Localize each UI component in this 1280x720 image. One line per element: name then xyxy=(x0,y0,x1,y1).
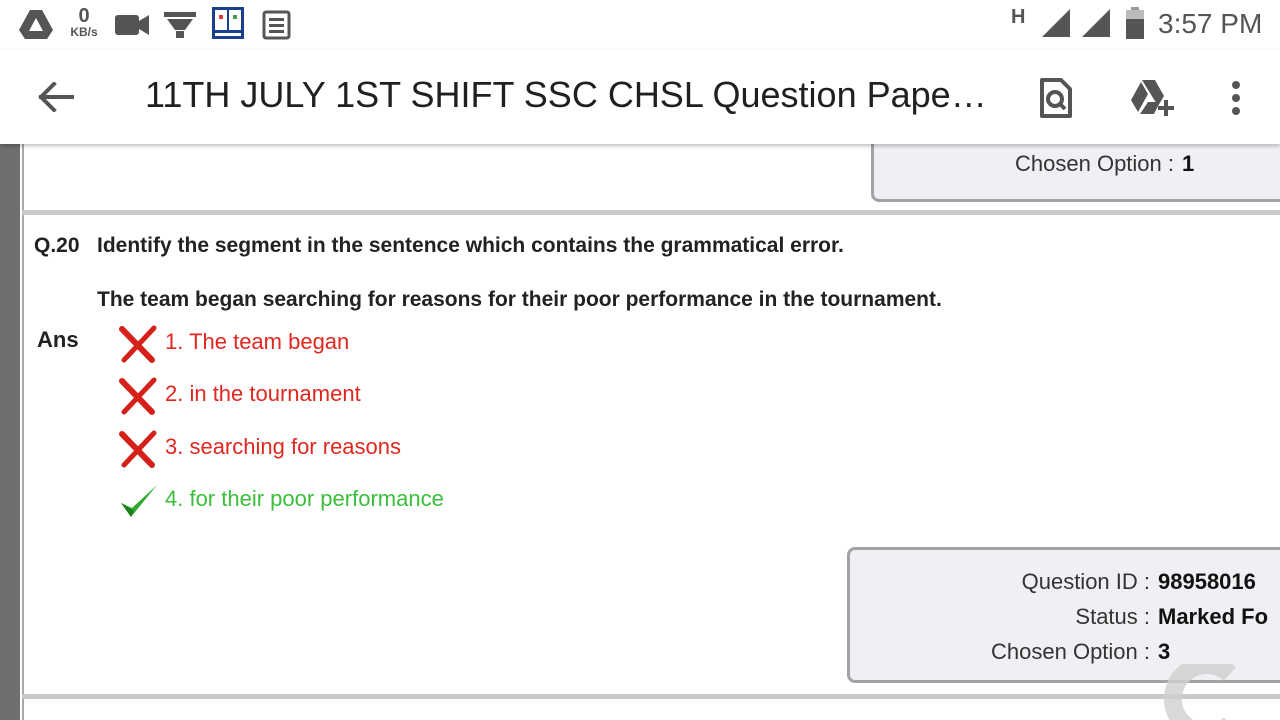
cross-icon xyxy=(119,430,157,468)
check-icon xyxy=(121,485,157,517)
chosen-option-value: 3 xyxy=(1158,639,1171,664)
net-speed-unit: KB/s xyxy=(70,25,98,39)
question-prompt: Identify the segment in the sentence whi… xyxy=(97,234,844,257)
option-text: 4. for their poor performance xyxy=(165,486,444,511)
document-title: 11TH JULY 1ST SHIFT SSC CHSL Question Pa… xyxy=(145,74,995,115)
net-speed-value: 0 xyxy=(78,5,90,27)
chosen-option-label: Chosen Option : xyxy=(991,639,1150,664)
page-gutter xyxy=(0,144,20,720)
status-label: Status : xyxy=(1075,604,1150,629)
option-text: 2. in the tournament xyxy=(165,381,361,406)
watermark-logo xyxy=(1164,664,1237,720)
battery-icon xyxy=(1126,7,1144,39)
question-info-box: Question ID : 98958016 Status : Marked F… xyxy=(847,547,1280,683)
cross-icon xyxy=(119,325,157,363)
more-options-button[interactable] xyxy=(1214,70,1258,126)
signal-icon xyxy=(1042,9,1070,37)
previous-info-box: Chosen Option : 1 xyxy=(871,144,1280,202)
find-in-page-button[interactable] xyxy=(1028,70,1084,126)
question-id-value: 98958016 xyxy=(1158,569,1256,594)
cross-icon xyxy=(119,377,157,415)
previous-chosen-option: Chosen Option : 1 xyxy=(1015,151,1194,177)
back-arrow-icon xyxy=(38,82,74,112)
video-camera-icon xyxy=(115,15,149,35)
status-row: Status : Marked Fo xyxy=(1075,604,1268,630)
net-speed: 0 KB/s xyxy=(66,6,102,38)
chosen-option-value: 1 xyxy=(1182,151,1195,176)
ans-label: Ans xyxy=(37,327,79,352)
chosen-option-label: Chosen Option : xyxy=(1015,151,1174,176)
chosen-option-row: Chosen Option : 3 xyxy=(991,639,1170,665)
option-text: 3. searching for reasons xyxy=(165,434,402,459)
news-icon xyxy=(262,10,291,40)
find-in-page-icon xyxy=(1040,78,1072,118)
status-bar: 0 KB/s H 3:57 PM xyxy=(0,0,1280,50)
question-id-row: Question ID : 98958016 xyxy=(1021,569,1256,595)
next-question-panel xyxy=(22,699,1280,720)
option-text: 1. The team began xyxy=(165,329,350,354)
add-to-drive-icon xyxy=(1131,80,1174,116)
clock: 3:57 PM xyxy=(1158,8,1263,39)
network-type: H xyxy=(1011,6,1026,28)
question-sentence: The team began searching for reasons for… xyxy=(97,288,942,311)
back-button[interactable] xyxy=(26,72,86,122)
add-to-drive-button[interactable] xyxy=(1122,70,1182,126)
previous-question-panel: Chosen Option : 1 xyxy=(22,144,1280,210)
more-vert-icon xyxy=(1232,81,1240,115)
app-bar: 11TH JULY 1ST SHIFT SSC CHSL Question Pa… xyxy=(0,50,1280,144)
cup-icon xyxy=(164,12,196,38)
question-number: Q.20 xyxy=(34,234,80,257)
question-id-label: Question ID : xyxy=(1021,569,1150,594)
drive-icon xyxy=(19,10,53,39)
document-view[interactable]: Chosen Option : 1 Q.20 Identify the segm… xyxy=(0,144,1280,720)
status-value: Marked Fo xyxy=(1158,604,1269,629)
signal-icon xyxy=(1082,9,1110,37)
book-app-icon xyxy=(212,7,244,39)
